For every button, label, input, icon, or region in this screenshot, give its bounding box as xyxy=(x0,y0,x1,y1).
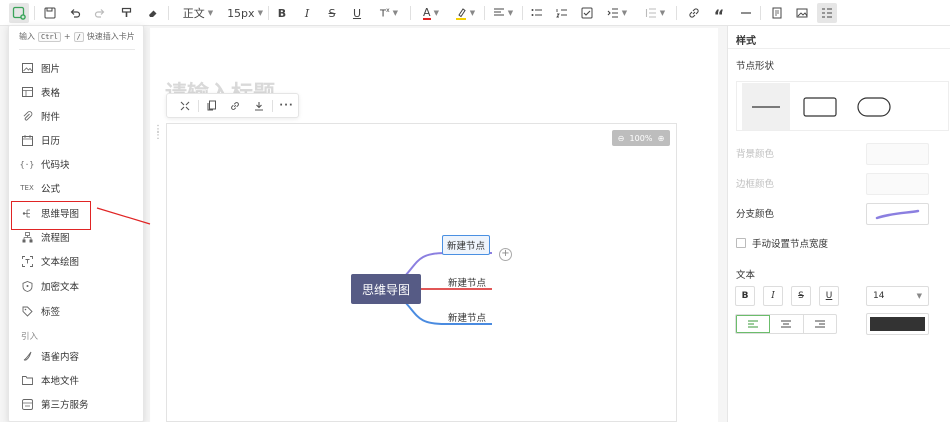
import-section-label: 引入 xyxy=(21,332,39,342)
code-block-icon: {·} xyxy=(19,159,35,169)
menu-item-tag[interactable]: 标签 xyxy=(9,301,145,321)
folder-icon xyxy=(21,374,33,386)
text-color-swatch xyxy=(870,317,925,331)
menu-item-label: 日历 xyxy=(41,136,61,147)
text-bold-button[interactable]: B xyxy=(735,286,755,306)
style-panel: 样式 节点形状 背景颜色 边框颜色 分支颜色 手动设置节点宽度 文本 B I S… xyxy=(727,26,950,422)
menu-item-image[interactable]: 图片 xyxy=(9,58,145,78)
style-panel-title: 样式 xyxy=(736,36,756,47)
shape-rect-option[interactable] xyxy=(796,83,844,130)
text-align-group xyxy=(735,314,837,334)
menu-item-label: 公式 xyxy=(41,184,61,195)
formula-icon: TEX xyxy=(20,184,34,192)
menu-item-third-party[interactable]: 第三方服务 xyxy=(9,394,145,414)
menu-item-label: 标签 xyxy=(41,307,61,318)
annotation-highlight-box xyxy=(11,201,91,230)
branch-color-swatch xyxy=(875,209,920,220)
menu-item-text-drawing[interactable]: 文本绘图 xyxy=(9,251,145,271)
shape-line-option[interactable] xyxy=(742,83,790,130)
menu-item-label: 代码块 xyxy=(41,160,70,171)
text-underline-button[interactable]: U xyxy=(819,286,839,306)
align-center-button[interactable] xyxy=(770,315,804,333)
align-right-icon xyxy=(814,320,825,328)
menu-item-label: 附件 xyxy=(41,112,61,123)
border-color-label: 边框颜色 xyxy=(736,179,775,190)
shortcut-hint: 输入 Ctrl + / 快速插入卡片 xyxy=(19,31,135,42)
mindmap-child-node[interactable]: 新建节点 xyxy=(442,235,491,255)
menu-item-label: 语雀内容 xyxy=(41,352,80,363)
align-left-icon xyxy=(748,320,759,328)
branch-color-label: 分支颜色 xyxy=(736,209,775,220)
hint-plus: + xyxy=(63,32,71,41)
hint-suffix: 快速插入卡片 xyxy=(86,32,135,41)
menu-item-calendar[interactable]: 日历 xyxy=(9,130,145,150)
attachment-icon xyxy=(21,110,33,122)
background-color-label: 背景颜色 xyxy=(736,149,775,160)
rounded-shape-icon xyxy=(857,96,891,117)
menu-item-label: 本地文件 xyxy=(41,376,80,387)
rect-shape-icon xyxy=(803,96,837,117)
menu-item-label: 流程图 xyxy=(41,233,70,244)
align-right-button[interactable] xyxy=(804,315,836,333)
menu-item-label: 图片 xyxy=(41,64,61,75)
line-shape-icon xyxy=(752,105,780,108)
menu-item-attachment[interactable]: 附件 xyxy=(9,106,145,126)
menu-item-label: 表格 xyxy=(41,88,61,99)
manual-width-checkbox[interactable] xyxy=(736,238,746,248)
hint-prefix: 输入 xyxy=(19,32,35,41)
menu-item-yuque-content[interactable]: 语雀内容 xyxy=(9,346,145,366)
service-icon xyxy=(21,398,33,410)
menu-item-formula[interactable]: TEX 公式 xyxy=(9,178,145,198)
background-color-picker[interactable] xyxy=(866,143,929,165)
ctrl-key: Ctrl xyxy=(38,31,61,42)
align-center-icon xyxy=(781,320,792,328)
manual-width-label: 手动设置节点宽度 xyxy=(752,239,829,250)
table-icon xyxy=(21,86,33,98)
text-section-label: 文本 xyxy=(736,270,756,281)
menu-item-encrypt[interactable]: 加密文本 xyxy=(9,276,145,296)
menu-item-label: 文本绘图 xyxy=(41,257,80,268)
node-shape-label: 节点形状 xyxy=(736,61,775,72)
text-drawing-icon xyxy=(21,255,33,267)
yuque-icon xyxy=(21,350,33,362)
menu-item-flowchart[interactable]: 流程图 xyxy=(9,227,145,247)
align-left-button[interactable] xyxy=(736,315,771,333)
add-node-button[interactable]: + xyxy=(499,248,512,261)
border-color-picker[interactable] xyxy=(866,173,929,195)
slash-key: / xyxy=(73,31,84,42)
menu-item-local-file[interactable]: 本地文件 xyxy=(9,370,145,390)
mindmap-child-node[interactable]: 新建节点 xyxy=(448,310,486,324)
menu-item-code-block[interactable]: {·} 代码块 xyxy=(9,154,145,174)
menu-item-label: 第三方服务 xyxy=(41,400,89,411)
branch-line-1 xyxy=(404,252,446,277)
shape-rounded-option[interactable] xyxy=(850,83,898,130)
text-strike-button[interactable]: S xyxy=(791,286,811,306)
mindmap-child-node[interactable]: 新建节点 xyxy=(448,275,486,289)
chevron-down-icon: ▼ xyxy=(916,292,922,300)
text-size-select[interactable]: 14 ▼ xyxy=(866,286,929,306)
text-italic-button[interactable]: I xyxy=(763,286,783,306)
calendar-icon xyxy=(21,134,33,146)
menu-item-label: 加密文本 xyxy=(41,282,80,293)
flowchart-icon xyxy=(21,231,33,243)
node-shape-picker xyxy=(736,81,949,131)
tag-icon xyxy=(21,305,33,317)
mindmap-root-node[interactable]: 思维导图 xyxy=(351,274,421,304)
image-icon xyxy=(21,62,33,74)
encrypt-icon xyxy=(21,280,33,292)
menu-item-table[interactable]: 表格 xyxy=(9,82,145,102)
branch-color-picker[interactable] xyxy=(866,203,929,225)
text-size-value: 14 xyxy=(873,291,885,301)
text-color-picker[interactable] xyxy=(866,313,929,335)
